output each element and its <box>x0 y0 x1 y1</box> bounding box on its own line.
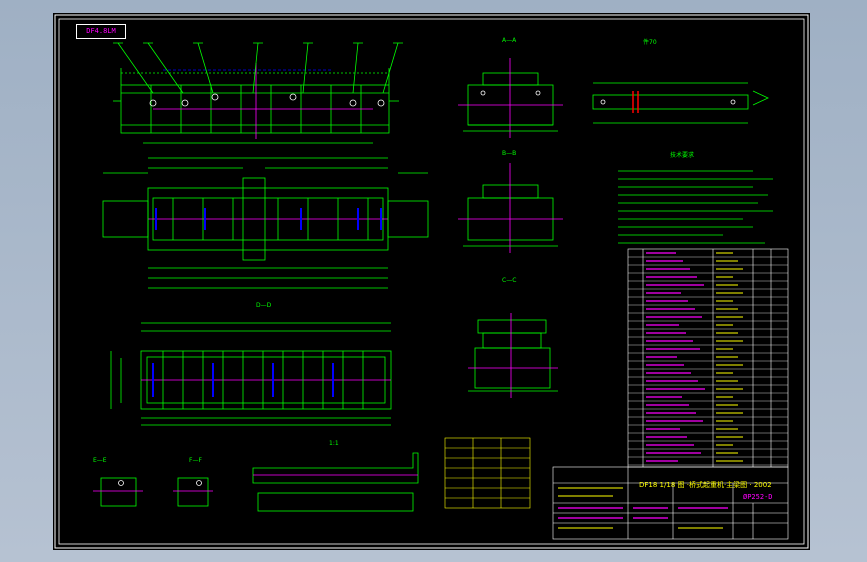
section-label-e: E—E <box>93 457 107 464</box>
weld-table <box>444 437 531 509</box>
title-text: DF18 1/18 图 ·桥式起重机·主梁图 · 2002 <box>639 481 772 489</box>
rail-scale: 1:1 <box>329 440 339 447</box>
parts-list-text-2 <box>716 252 743 462</box>
rail-view-title: 件70 <box>643 39 657 46</box>
tech-requirements-title: 技术要求 <box>670 152 695 159</box>
rail-plate-detail <box>252 452 419 512</box>
technical-notes <box>618 170 773 244</box>
rail-detail <box>592 82 769 124</box>
girder-plan <box>102 157 429 289</box>
bolt-detail-2 <box>173 477 213 507</box>
drawing-number: ØP252-D <box>743 493 773 501</box>
section-label-c: C—C <box>502 277 517 284</box>
parts-list-rows <box>628 256 788 466</box>
cross-section-b <box>458 163 563 253</box>
parts-list-text <box>646 252 705 462</box>
drawing-canvas <box>54 14 809 549</box>
drawing-sheet: DF4.8LM DF18 1/18 图 ·桥式起重机·主梁图 · 2002 ØP… <box>53 13 810 550</box>
inner-border <box>58 18 805 545</box>
parts-list <box>627 248 789 468</box>
cross-section-a <box>458 58 563 138</box>
girder-section-view <box>110 322 392 426</box>
drawing-code-stamp: DF4.8LM <box>76 24 126 39</box>
section-label-f: F—F <box>189 457 202 464</box>
cross-section-c <box>468 313 558 398</box>
section-label-b: B—B <box>502 150 517 157</box>
bolt-detail-1 <box>93 477 143 507</box>
section-label-a: A—A <box>502 37 517 44</box>
section-label-d: D—D <box>256 302 272 309</box>
girder-elevation <box>113 42 403 144</box>
